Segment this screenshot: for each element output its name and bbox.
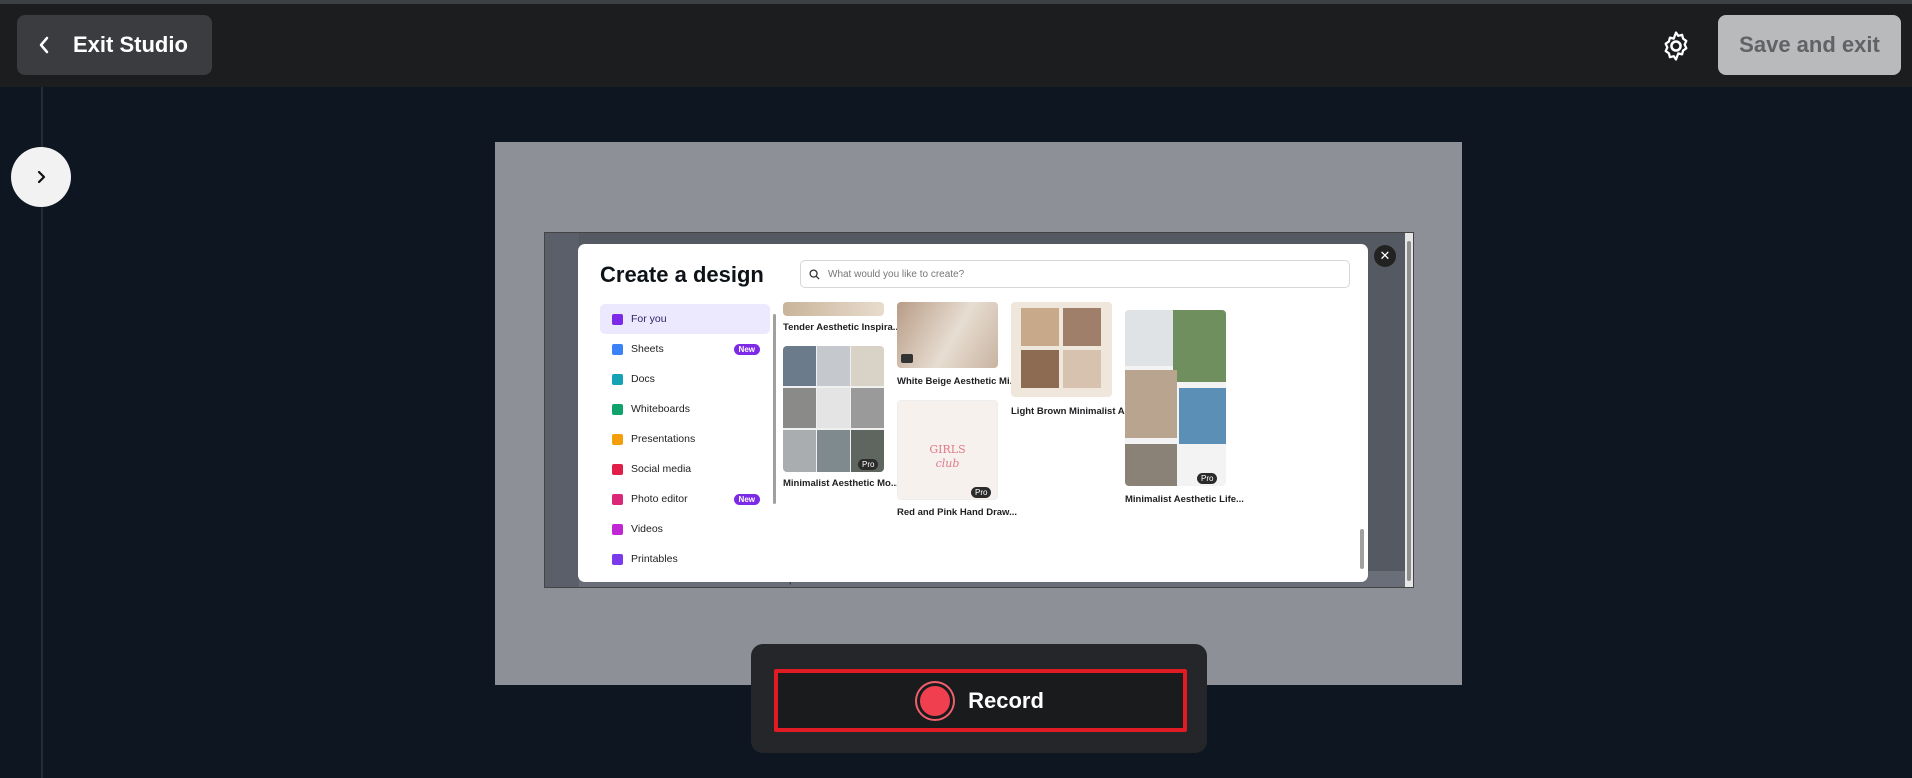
chevron-left-icon [39, 36, 49, 54]
create-design-modal: Create a design What would you like to c… [578, 244, 1368, 582]
expand-panel-button[interactable] [11, 147, 71, 207]
category-item: Photo editor New [600, 484, 770, 514]
template-caption: Red and Pink Hand Draw... [897, 507, 1018, 518]
search-placeholder: What would you like to create? [828, 268, 965, 280]
template-caption: Light Brown Minimalist A... [1011, 406, 1133, 417]
docs-icon [612, 373, 623, 385]
girls-club-text: club [935, 457, 960, 470]
heart-icon [612, 463, 623, 475]
exit-studio-button[interactable]: Exit Studio [17, 15, 212, 75]
template-caption: Minimalist Aesthetic Life... [1125, 494, 1244, 505]
modal-title: Create a design [600, 262, 764, 287]
sparkle-icon [612, 313, 623, 325]
camera-icon [612, 493, 623, 505]
template-thumbnail [783, 346, 884, 472]
category-item: Sheets New [600, 334, 770, 364]
new-badge: New [733, 493, 760, 505]
pro-badge: Pro [971, 487, 992, 498]
record-label: Record [968, 687, 1044, 713]
video-icon [612, 523, 623, 535]
new-badge: New [733, 343, 760, 355]
category-item: Presentations [600, 424, 770, 454]
category-scrollbar [772, 304, 777, 574]
record-dot-icon [917, 682, 954, 719]
category-item: Whiteboards [600, 394, 770, 424]
chevron-right-icon [37, 170, 46, 184]
template-caption: White Beige Aesthetic Mi... [897, 376, 1018, 387]
design-category-list: For you Sheets New Docs Whiteboards Prese… [600, 304, 770, 574]
preview-scrollbar [1405, 233, 1413, 587]
studio-toolbar: Exit Studio Save and exit [0, 4, 1912, 87]
girls-club-text: GIRLS [929, 443, 966, 456]
category-item: For you [600, 304, 770, 334]
template-thumbnail [1125, 310, 1226, 486]
category-item: Docs [600, 364, 770, 394]
exit-studio-label: Exit Studio [73, 32, 188, 57]
presentation-icon [612, 433, 623, 445]
category-item: Videos [600, 514, 770, 544]
template-thumbnail [1011, 302, 1112, 397]
template-scrollbar [1359, 304, 1365, 574]
template-caption: Tender Aesthetic Inspira... [783, 322, 901, 333]
sheets-icon [612, 343, 623, 355]
close-icon: ✕ [1374, 245, 1396, 267]
pro-badge: Pro [858, 459, 879, 470]
template-grid: Tender Aesthetic Inspira... Pro Minimali… [783, 302, 1363, 582]
pro-badge: Pro [1197, 473, 1218, 484]
printer-icon [612, 553, 623, 565]
whiteboard-icon [612, 403, 623, 415]
search-icon [809, 268, 820, 280]
design-search-input: What would you like to create? [800, 260, 1350, 288]
save-and-exit-button[interactable]: Save and exit [1718, 15, 1901, 75]
category-item: Social media [600, 454, 770, 484]
screen-preview: Summer Travel personal finance fun summe… [544, 232, 1414, 588]
template-thumbnail: GIRLS club [897, 400, 998, 500]
category-item: Printables [600, 544, 770, 574]
preview-background-sidebar [545, 233, 579, 587]
record-button[interactable]: Record [774, 669, 1187, 732]
template-caption: Minimalist Aesthetic Mo... [783, 478, 899, 489]
template-thumbnail [897, 302, 998, 368]
gear-icon[interactable] [1659, 29, 1693, 63]
template-thumbnail [783, 302, 884, 316]
